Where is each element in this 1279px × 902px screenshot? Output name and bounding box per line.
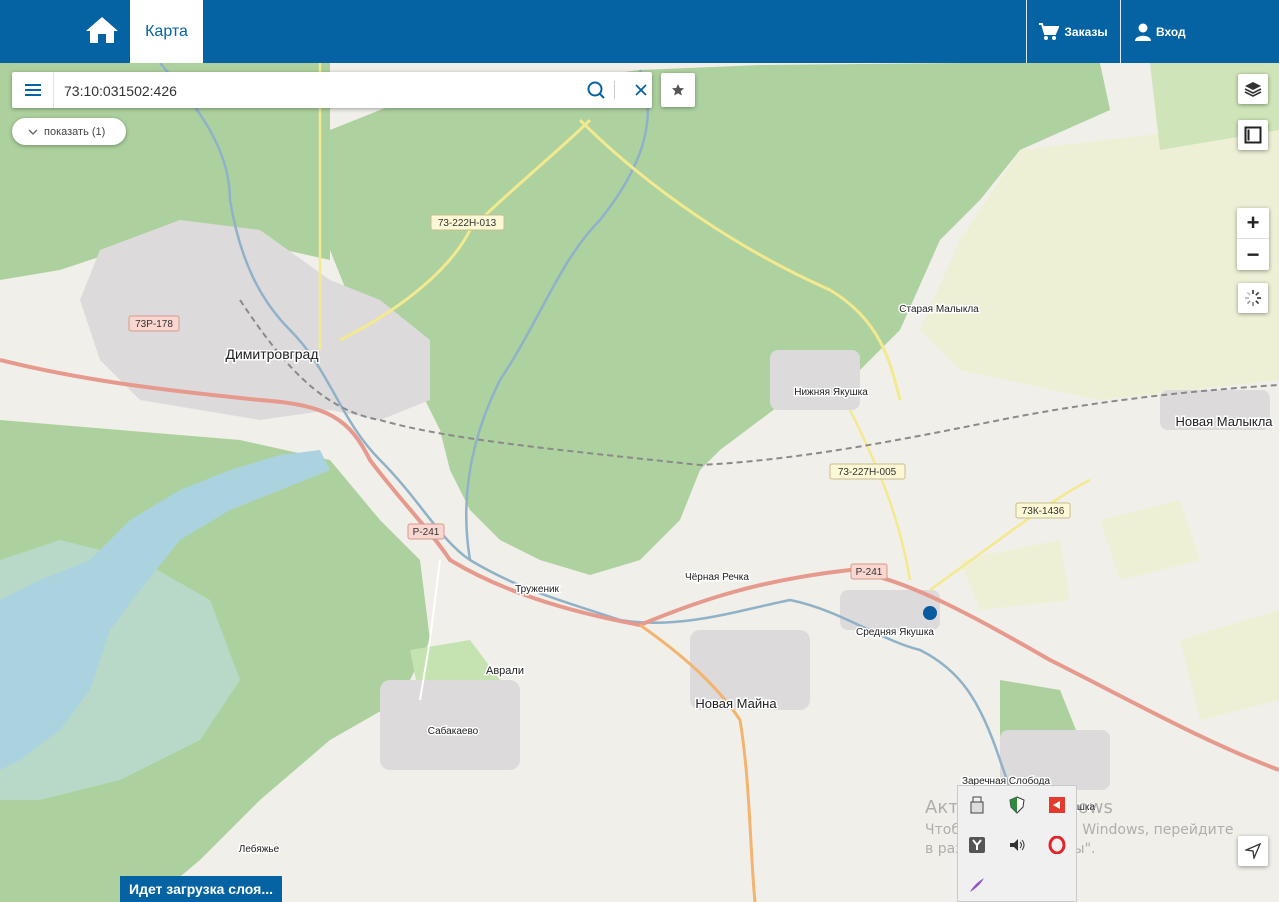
home-button[interactable] [80, 10, 124, 50]
security-shield-icon[interactable] [1008, 796, 1026, 814]
road-label: 73Р-178 [135, 319, 173, 330]
place-label: Труженик [515, 584, 559, 595]
remote-app-icon[interactable] [1048, 796, 1066, 814]
spinner-button[interactable] [1238, 283, 1268, 313]
show-results-label: показать (1) [44, 125, 106, 138]
user-icon [1135, 23, 1151, 41]
road-label: Р-241 [856, 567, 883, 578]
zoom-in-button[interactable]: + [1237, 208, 1269, 239]
orders-button[interactable]: Заказы [1026, 0, 1120, 63]
place-label: Лебяжье [239, 843, 280, 855]
road-label: 73-227Н-005 [838, 467, 897, 478]
menu-button[interactable] [12, 72, 54, 108]
cart-icon [1039, 22, 1060, 40]
favorite-button[interactable] [661, 73, 695, 107]
hamburger-icon [24, 84, 41, 96]
zoom-out-button[interactable]: − [1237, 239, 1269, 270]
road-shield: 73Р-178 [128, 315, 180, 332]
road-label: 73-222Н-013 [438, 218, 497, 229]
orders-label: Заказы [1064, 24, 1108, 39]
login-label: Вход [1156, 24, 1186, 39]
layer-loading-status: Идет загрузка слоя... [120, 876, 282, 902]
system-tray-popup [957, 785, 1077, 902]
road-label: 73К-1436 [1022, 506, 1065, 517]
place-label: Старая Малыкла [899, 304, 979, 315]
layers-button[interactable] [1238, 74, 1268, 104]
tab-map[interactable]: Карта [130, 0, 203, 63]
frame-icon [1244, 126, 1262, 144]
layers-icon [1244, 82, 1262, 97]
top-bar: Карта Заказы Вход [0, 0, 1279, 63]
home-icon [86, 17, 118, 43]
chevron-down-icon [28, 129, 38, 135]
road-shield: 73-222Н-013 [430, 214, 505, 231]
road-shield: Р-241 [407, 523, 445, 540]
place-label: Аврали [486, 665, 524, 677]
place-label: Чёрная Речка [685, 572, 749, 583]
place-label: Димитровград [225, 346, 318, 362]
navigation-arrow-icon [1245, 843, 1261, 859]
map-view[interactable]: 73-222Н-013 73Р-178 73-227Н-005 73К-1436… [0, 63, 1279, 902]
locate-button[interactable] [1238, 836, 1268, 866]
pen-feather-icon[interactable] [968, 876, 986, 894]
search-divider [614, 81, 615, 99]
place-label: Средняя Якушка [856, 627, 934, 638]
close-icon[interactable] [632, 81, 650, 99]
place-label: Нижняя Якушка [794, 387, 868, 398]
road-shield: 73К-1436 [1015, 502, 1071, 519]
place-label: Новая Малыкла [1175, 414, 1273, 429]
search-input[interactable] [62, 78, 576, 104]
usb-drive-icon[interactable] [968, 796, 986, 814]
login-button[interactable]: Вход [1120, 0, 1279, 63]
show-results-button[interactable]: показать (1) [12, 118, 126, 145]
zoom-control: + − [1237, 208, 1269, 270]
road-shield: 73-227Н-005 [829, 463, 906, 480]
place-label: Новая Майна [695, 696, 777, 711]
print-frame-button[interactable] [1238, 120, 1268, 150]
map-canvas[interactable]: 73-222Н-013 73Р-178 73-227Н-005 73К-1436… [0, 63, 1279, 902]
road-shield: Р-241 [850, 563, 888, 580]
star-icon [672, 84, 684, 96]
app-y-icon[interactable] [968, 836, 986, 854]
volume-icon[interactable] [1008, 836, 1026, 854]
search-icon[interactable] [586, 80, 606, 100]
location-marker[interactable] [923, 606, 937, 620]
spinner-icon [1245, 290, 1261, 306]
place-label: Сабакаево [428, 725, 479, 737]
road-label: Р-241 [413, 527, 440, 538]
opera-icon[interactable] [1048, 836, 1066, 854]
search-bar [12, 72, 652, 108]
